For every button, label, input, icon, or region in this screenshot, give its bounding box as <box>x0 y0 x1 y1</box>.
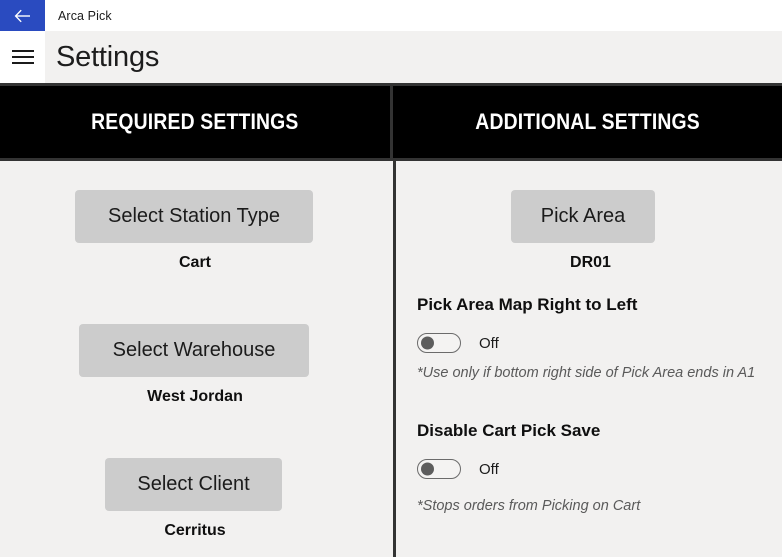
toggle-knob-icon <box>421 462 434 476</box>
required-settings-header: REQUIRED SETTINGS <box>0 86 390 158</box>
additional-settings-column: Pick Area DR01 Pick Area Map Right to Le… <box>399 161 782 557</box>
section-header-band: REQUIRED SETTINGS ADDITIONAL SETTINGS <box>0 83 782 161</box>
app-title: Arca Pick <box>58 8 112 23</box>
pick-area-button[interactable]: Pick Area <box>511 190 655 243</box>
additional-settings-header-label: ADDITIONAL SETTINGS <box>474 109 700 134</box>
page-title: Settings <box>56 40 160 73</box>
additional-settings-header: ADDITIONAL SETTINGS <box>392 86 782 158</box>
select-client-button[interactable]: Select Client <box>105 458 282 511</box>
pick-area-map-right-to-left-note: *Use only if bottom right side of Pick A… <box>417 365 756 381</box>
disable-cart-pick-save-label: Disable Cart Pick Save <box>417 421 601 440</box>
disable-cart-pick-save-toggle[interactable] <box>417 459 461 479</box>
settings-body: Select Station Type Cart Select Warehous… <box>0 161 782 557</box>
station-type-value: Cart <box>178 254 211 271</box>
pick-area-map-right-to-left-state: Off <box>479 334 499 352</box>
pick-area-value: DR01 <box>570 254 611 271</box>
back-arrow-icon <box>14 9 31 23</box>
disable-cart-pick-save-note: *Stops orders from Picking on Cart <box>417 498 641 514</box>
select-warehouse-button[interactable]: Select Warehouse <box>79 324 309 377</box>
hamburger-menu-icon <box>11 46 34 68</box>
client-value: Cerritus <box>164 522 226 539</box>
pick-area-map-right-to-left-toggle[interactable] <box>417 333 461 353</box>
required-settings-header-label: REQUIRED SETTINGS <box>91 109 299 134</box>
settings-page: Arca Pick Settings REQUIRED SETTINGS ADD… <box>0 0 782 557</box>
pick-area-map-right-to-left-row: Off <box>417 333 499 353</box>
back-button[interactable] <box>0 0 45 31</box>
column-divider <box>390 161 399 557</box>
select-station-type-button[interactable]: Select Station Type <box>75 190 313 243</box>
required-settings-column: Select Station Type Cart Select Warehous… <box>0 161 390 557</box>
pick-area-map-right-to-left-label: Pick Area Map Right to Left <box>417 295 638 314</box>
disable-cart-pick-save-state: Off <box>479 460 499 478</box>
command-bar: Settings <box>0 31 782 83</box>
hamburger-menu-button[interactable] <box>0 31 45 83</box>
disable-cart-pick-save-row: Off <box>417 459 499 479</box>
toggle-knob-icon <box>421 336 434 350</box>
title-bar: Arca Pick <box>0 0 782 31</box>
warehouse-value: West Jordan <box>147 388 243 405</box>
